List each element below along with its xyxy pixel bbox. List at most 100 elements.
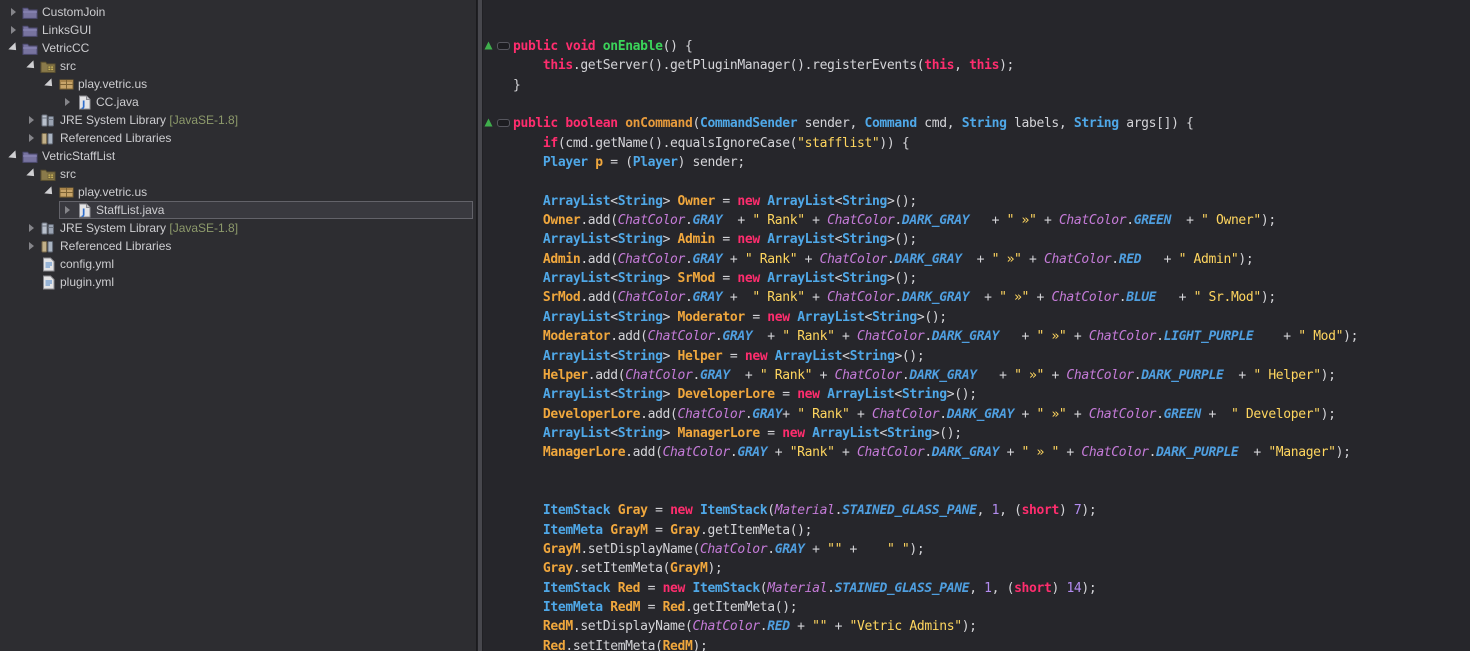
- code-token: >();: [916, 309, 947, 325]
- override-marker-icon[interactable]: [483, 117, 494, 128]
- code-line[interactable]: ArrayList<String> Owner = new ArrayList<…: [513, 192, 917, 211]
- code-token: ChatColor: [1088, 329, 1157, 345]
- code-line[interactable]: DeveloperLore.add(ChatColor.GRAY+ " Rank…: [513, 405, 1336, 424]
- expand-arrow-icon[interactable]: [24, 238, 39, 254]
- code-line[interactable]: ArrayList<String> Helper = new ArrayList…: [513, 347, 925, 366]
- collapse-arrow-icon[interactable]: [24, 58, 39, 74]
- tree-item-customjoin[interactable]: CustomJoin: [0, 3, 473, 21]
- expand-arrow-icon[interactable]: [6, 22, 21, 38]
- annotation-ruler-cell: [483, 443, 513, 462]
- tree-item-jre-system-library[interactable]: JRE System Library [JavaSE-1.8]: [0, 219, 473, 237]
- code-token: .add(: [640, 406, 678, 422]
- code-token: GRAY: [692, 213, 723, 229]
- code-token: ArrayList: [812, 425, 880, 441]
- code-token: Material: [767, 580, 828, 596]
- expand-arrow-icon[interactable]: [24, 220, 39, 236]
- tree-item-config-yml[interactable]: config.yml: [0, 255, 473, 273]
- code-line[interactable]: Gray.setItemMeta(GrayM);: [513, 559, 723, 578]
- tree-item-src[interactable]: src: [0, 57, 473, 75]
- code-line[interactable]: public boolean onCommand(CommandSender s…: [513, 114, 1194, 133]
- tree-item-vetriccc[interactable]: VetricCC: [0, 39, 473, 57]
- code-line[interactable]: ItemMeta RedM = Red.getItemMeta();: [513, 598, 798, 617]
- collapse-arrow-icon[interactable]: [6, 40, 21, 56]
- folding-marker-icon[interactable]: [497, 119, 510, 128]
- tree-item-stafflist-java[interactable]: J StaffList.java: [0, 201, 473, 219]
- code-token: +: [1066, 406, 1089, 422]
- code-token: ChatColor: [827, 290, 895, 306]
- code-token: +: [1156, 290, 1194, 306]
- code-token: Moderator: [677, 309, 746, 325]
- code-line[interactable]: ArrayList<String> SrMod = new ArrayList<…: [513, 269, 917, 288]
- code-line[interactable]: ManagerLore.add(ChatColor.GRAY + "Rank" …: [513, 443, 1351, 462]
- code-token: DARK_PURPLE: [1141, 367, 1224, 383]
- code-line[interactable]: Moderator.add(ChatColor.GRAY + " Rank" +…: [513, 327, 1359, 346]
- expand-arrow-icon[interactable]: [24, 130, 39, 146]
- code-line[interactable]: ArrayList<String> Moderator = new ArrayL…: [513, 308, 947, 327]
- expand-arrow-icon[interactable]: [24, 112, 39, 128]
- annotation-ruler-cell: [483, 211, 513, 230]
- code-token: =: [744, 309, 768, 325]
- code-line[interactable]: Admin.add(ChatColor.GRAY + " Rank" + Cha…: [513, 250, 1254, 269]
- java-project-icon: [21, 40, 39, 56]
- code-token: +: [722, 290, 753, 306]
- code-line[interactable]: RedM.setDisplayName(ChatColor.RED + "" +…: [513, 617, 977, 636]
- code-line[interactable]: Owner.add(ChatColor.GRAY + " Rank" + Cha…: [513, 211, 1276, 230]
- tree-item-referenced-libraries[interactable]: Referenced Libraries: [0, 129, 473, 147]
- project-explorer-panel[interactable]: CustomJoin LinksGUI VetricCC src play.vetric…: [0, 0, 477, 651]
- tree-item-play-vetric-us[interactable]: play.vetric.us: [0, 183, 473, 201]
- referenced-libraries-icon: [39, 238, 57, 254]
- editor-line-row: [483, 95, 1470, 114]
- collapse-arrow-icon[interactable]: [42, 76, 57, 92]
- code-line[interactable]: Helper.add(ChatColor.GRAY + " Rank" + Ch…: [513, 366, 1336, 385]
- tree-item-cc-java[interactable]: J CC.java: [0, 93, 473, 111]
- expand-arrow-icon[interactable]: [6, 4, 21, 20]
- code-line[interactable]: Red.setItemMeta(RedM);: [513, 637, 708, 651]
- code-line[interactable]: this.getServer().getPluginManager().regi…: [513, 56, 1014, 75]
- expand-arrow-icon[interactable]: [60, 94, 75, 110]
- code-token: >();: [886, 193, 917, 209]
- tree-item-linksgui[interactable]: LinksGUI: [0, 21, 473, 39]
- annotation-ruler-cell: [483, 598, 513, 617]
- code-token: public: [513, 116, 558, 132]
- code-token: .add(: [580, 251, 618, 267]
- tree-item-label: src: [60, 167, 76, 181]
- annotation-ruler-cell: [483, 579, 513, 598]
- code-token: >();: [886, 232, 917, 248]
- code-line[interactable]: }: [513, 76, 521, 95]
- code-token: short: [1021, 503, 1060, 519]
- code-line[interactable]: if(cmd.getName().equalsIgnoreCase("staff…: [513, 134, 910, 153]
- tree-item-jre-system-library[interactable]: JRE System Library [JavaSE-1.8]: [0, 111, 473, 129]
- code-line[interactable]: ArrayList<String> Admin = new ArrayList<…: [513, 230, 917, 249]
- editor-line-row: public boolean onCommand(CommandSender s…: [483, 114, 1470, 133]
- package-icon: [57, 184, 75, 200]
- tree-item-label: play.vetric.us: [78, 185, 148, 199]
- code-token: " Rank": [752, 290, 805, 306]
- tree-item-plugin-yml[interactable]: plugin.yml: [0, 273, 473, 291]
- editor-line-row: ManagerLore.add(ChatColor.GRAY + "Rank" …: [483, 443, 1470, 462]
- code-token: );: [1238, 251, 1254, 267]
- code-editor[interactable]: public void onEnable() { this.getServer(…: [483, 0, 1470, 651]
- code-line[interactable]: ItemStack Gray = new ItemStack(Material.…: [513, 501, 1097, 520]
- annotation-ruler-cell: [483, 501, 513, 520]
- expand-arrow-icon[interactable]: [60, 202, 75, 218]
- tree-item-vetricstafflist[interactable]: VetricStaffList: [0, 147, 473, 165]
- collapse-arrow-icon[interactable]: [42, 184, 57, 200]
- code-line[interactable]: ArrayList<String> ManagerLore = new Arra…: [513, 424, 962, 443]
- tree-item-referenced-libraries[interactable]: Referenced Libraries: [0, 237, 473, 255]
- code-line[interactable]: ItemMeta GrayM = Gray.getItemMeta();: [513, 521, 813, 540]
- tree-item-play-vetric-us[interactable]: play.vetric.us: [0, 75, 473, 93]
- code-line[interactable]: Player p = (Player) sender;: [513, 153, 745, 172]
- code-token: >: [662, 193, 678, 209]
- code-line[interactable]: SrMod.add(ChatColor.GRAY + " Rank" + Cha…: [513, 288, 1276, 307]
- collapse-arrow-icon[interactable]: [24, 166, 39, 182]
- code-line[interactable]: GrayM.setDisplayName(ChatColor.GRAY + ""…: [513, 540, 925, 559]
- code-token: .: [767, 541, 775, 557]
- tree-item-src[interactable]: src: [0, 165, 473, 183]
- collapse-arrow-icon[interactable]: [6, 148, 21, 164]
- override-marker-icon[interactable]: [483, 40, 494, 51]
- code-line[interactable]: ItemStack Red = new ItemStack(Material.S…: [513, 579, 1097, 598]
- folding-marker-icon[interactable]: [497, 42, 510, 50]
- code-line[interactable]: public void onEnable() {: [513, 37, 693, 56]
- code-line[interactable]: ArrayList<String> DeveloperLore = new Ar…: [513, 385, 977, 404]
